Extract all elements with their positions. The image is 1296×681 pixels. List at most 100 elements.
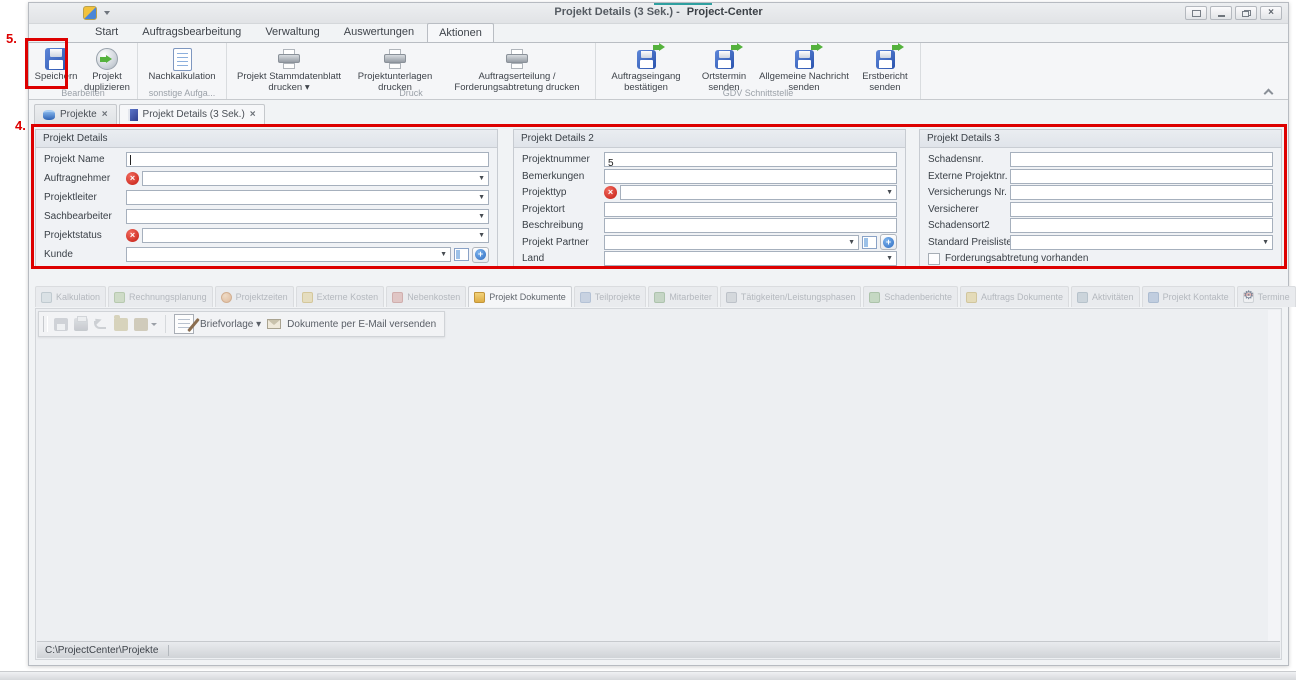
button-label: Nachkalkulation (148, 72, 215, 83)
detail-tab-label: Termine (1258, 292, 1290, 302)
detail-tab-schadenberichte[interactable]: Schadenberichte (863, 286, 958, 307)
detail-tab-bar: Kalkulation Rechnungsplanung Projektzeit… (35, 286, 1282, 307)
detail-tab-auftrags-dokumente[interactable]: Auftrags Dokumente (960, 286, 1069, 307)
auftragseingang-button[interactable]: Auftragseingang bestätigen (599, 45, 693, 94)
detail-tab-teilprojekte[interactable]: Teilprojekte (574, 286, 647, 307)
projekt-dokumente-panel: Briefvorlage ▾ Dokumente per E-Mail vers… (35, 308, 1282, 660)
task-list-icon (726, 292, 737, 303)
projektunterlagen-drucken-button[interactable]: Projektunterlagen drucken (348, 45, 442, 94)
annotation-box-speichern (25, 38, 68, 89)
invoice-planning-icon (114, 292, 125, 303)
scrollbar-track[interactable] (1268, 310, 1280, 641)
projekt-duplizieren-button[interactable]: Projekt duplizieren (80, 45, 134, 94)
detail-tab-projekt-dokumente[interactable]: Projekt Dokumente (468, 286, 572, 307)
ribbon-group-label: Bearbeiten (29, 88, 137, 98)
ribbon: Speichern Projekt duplizieren Bearbeiten… (29, 42, 1288, 100)
snap-button[interactable] (1185, 6, 1207, 20)
document-toolbar: Briefvorlage ▾ Dokumente per E-Mail vers… (38, 311, 445, 337)
email-versenden-button[interactable]: Dokumente per E-Mail versenden (287, 319, 436, 330)
minimize-icon (1218, 15, 1225, 17)
save-document-icon[interactable] (54, 318, 68, 331)
close-tab-icon[interactable]: × (102, 110, 108, 120)
close-button[interactable]: × (1260, 6, 1282, 20)
close-icon: × (1268, 8, 1274, 18)
undo-icon[interactable] (94, 318, 108, 331)
auftragserteilung-drucken-button[interactable]: Auftragserteilung / Forderungsabtretung … (442, 45, 592, 94)
close-tab-icon[interactable]: × (250, 110, 256, 120)
stammdatenblatt-drucken-button[interactable]: Projekt Stammdatenblatt drucken ▾ (230, 45, 348, 94)
panel-statusbar: C:\ProjectCenter\Projekte (37, 641, 1280, 658)
clock-icon (221, 292, 232, 303)
detail-tab-label: Projekt Dokumente (489, 292, 566, 302)
letter-template-icon (174, 314, 194, 334)
open-folder-icon[interactable] (114, 318, 128, 331)
project-details-icon (128, 109, 138, 121)
export-icon[interactable] (134, 318, 148, 331)
detail-tab-label: Kalkulation (56, 292, 100, 302)
chevron-down-icon: ▾ (256, 319, 261, 330)
ribbon-group-label: Druck (227, 88, 595, 98)
subprojects-icon (580, 292, 591, 303)
detail-tab-label: Tätigkeiten/Leistungsphasen (741, 292, 856, 302)
external-costs-icon (302, 292, 313, 303)
printer-icon (505, 49, 529, 70)
detail-tab-label: Projekt Kontakte (1163, 292, 1229, 302)
ribbon-tab-verwaltung[interactable]: Verwaltung (254, 23, 330, 42)
chevron-down-icon[interactable] (151, 323, 157, 326)
gear-icon[interactable]: ⚙ (1243, 288, 1254, 302)
users-icon (654, 292, 665, 303)
detail-tab-projekt-kontakte[interactable]: Projekt Kontakte (1142, 286, 1235, 307)
briefvorlage-button[interactable]: Briefvorlage ▾ (200, 319, 261, 330)
erstbericht-button[interactable]: Erstbericht senden (853, 45, 917, 94)
briefcase-icon (392, 292, 403, 303)
send-save-icon (876, 50, 895, 69)
restore-button[interactable] (1235, 6, 1257, 20)
detail-tab-label: Nebenkosten (407, 292, 460, 302)
folder-path: C:\ProjectCenter\Projekte (37, 645, 158, 656)
toolbar-separator (165, 315, 166, 333)
detail-tab-label: Auftrags Dokumente (981, 292, 1063, 302)
detail-tab-kalkulation[interactable]: Kalkulation (35, 286, 106, 307)
detail-tab-rechnungsplanung[interactable]: Rechnungsplanung (108, 286, 213, 307)
collapse-ribbon-icon[interactable] (1264, 87, 1272, 95)
duplicate-icon (96, 48, 118, 70)
minimize-button[interactable] (1210, 6, 1232, 20)
ribbon-group-label: sonstige Aufga... (138, 88, 226, 98)
send-save-icon (637, 50, 656, 69)
ribbon-tab-start[interactable]: Start (84, 23, 129, 42)
ribbon-tab-auftragsbearbeitung[interactable]: Auftragsbearbeitung (131, 23, 252, 42)
send-save-icon (795, 50, 814, 69)
detail-tab-nebenkosten[interactable]: Nebenkosten (386, 286, 466, 307)
tab-projekt-details[interactable]: Projekt Details (3 Sek.) × (119, 104, 265, 124)
printer-icon (277, 49, 301, 70)
detail-tab-label: Mitarbeiter (669, 292, 712, 302)
restore-icon (1242, 10, 1251, 17)
print-document-icon[interactable] (74, 318, 88, 331)
nachkalkulation-button[interactable]: Nachkalkulation (141, 45, 223, 84)
window-title: Projekt Details (3 Sek.) - Project-Cente… (29, 6, 1288, 18)
projects-icon (43, 110, 55, 120)
accent-line (654, 3, 712, 5)
detail-tab-aktivitaeten[interactable]: Aktivitäten (1071, 286, 1140, 307)
detail-tab-projektzeiten[interactable]: Projektzeiten (215, 286, 294, 307)
tab-label: Projekt Details (3 Sek.) (143, 109, 245, 120)
statusbar-divider (168, 645, 169, 656)
detail-tab-mitarbeiter[interactable]: Mitarbeiter (648, 286, 718, 307)
app-window: Projekt Details (3 Sek.) - Project-Cente… (28, 2, 1289, 666)
recalculation-icon (173, 48, 192, 71)
annotation-step-5: 5. (6, 31, 17, 46)
ribbon-tab-auswertungen[interactable]: Auswertungen (333, 23, 425, 42)
detail-tab-label: Rechnungsplanung (129, 292, 207, 302)
tab-projekte[interactable]: Projekte × (34, 104, 117, 124)
detail-tab-taetigkeiten[interactable]: Tätigkeiten/Leistungsphasen (720, 286, 862, 307)
allgemeine-nachricht-button[interactable]: Allgemeine Nachricht senden (755, 45, 853, 94)
snap-icon (1192, 10, 1201, 17)
detail-tab-label: Externe Kosten (317, 292, 379, 302)
button-label: Briefvorlage (200, 319, 253, 330)
ortstermin-button[interactable]: Ortstermin senden (693, 45, 755, 94)
email-icon (267, 319, 281, 329)
ribbon-group-druck: Projekt Stammdatenblatt drucken ▾ Projek… (227, 43, 596, 99)
toolbar-grip[interactable] (43, 316, 48, 332)
detail-tab-externe-kosten[interactable]: Externe Kosten (296, 286, 385, 307)
ribbon-tab-aktionen[interactable]: Aktionen (427, 23, 494, 42)
